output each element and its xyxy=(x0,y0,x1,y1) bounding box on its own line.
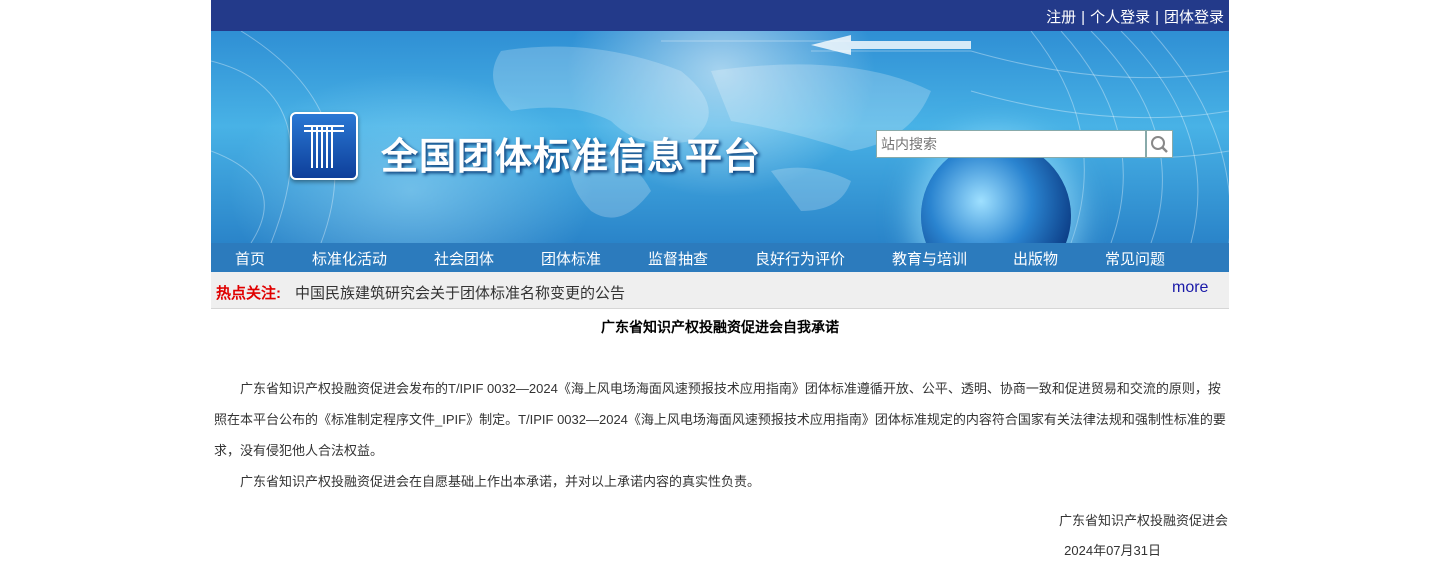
search-button[interactable] xyxy=(1146,130,1173,158)
search-input[interactable] xyxy=(876,130,1146,158)
account-links: 注册 | 个人登录 | 团体登录 xyxy=(1046,6,1224,27)
site-search xyxy=(876,130,1173,158)
nav-item-group-standards[interactable]: 团体标准 xyxy=(541,248,601,269)
personal-login-link[interactable]: 个人登录 xyxy=(1090,9,1150,26)
article-paragraph-2: 广东省知识产权投融资促进会在自愿基础上作出本承诺，并对以上承诺内容的真实性负责。 xyxy=(240,474,761,489)
page-container: 注册 | 个人登录 | 团体登录 全国团体标准信息平台 站内搜索 首页 标准化活… xyxy=(211,0,1229,564)
hot-topics-bar: 热点关注: 中国民族建筑研究会关于团体标准名称变更的公告 more xyxy=(211,272,1229,309)
main-nav: 首页 标准化活动 社会团体 团体标准 监督抽查 良好行为评价 教育与培训 出版物… xyxy=(211,243,1229,272)
top-bar: 注册 | 个人登录 | 团体登录 xyxy=(211,0,1229,31)
nav-item-social-groups[interactable]: 社会团体 xyxy=(434,248,494,269)
nav-item-faq[interactable]: 常见问题 xyxy=(1105,248,1165,269)
nav-item-education-training[interactable]: 教育与培训 xyxy=(892,248,967,269)
link-separator: | xyxy=(1081,9,1086,26)
nav-item-good-behavior-evaluation[interactable]: 良好行为评价 xyxy=(755,248,845,269)
register-link[interactable]: 注册 xyxy=(1046,9,1076,26)
hot-topic-link[interactable]: 中国民族建筑研究会关于团体标准名称变更的公告 xyxy=(295,282,625,303)
article-title: 广东省知识产权投融资促进会自我承诺 xyxy=(601,319,839,335)
nav-item-standardization-activities[interactable]: 标准化活动 xyxy=(312,248,387,269)
article-date: 2024年07月31日 xyxy=(1064,543,1161,558)
hot-topics-label: 热点关注: xyxy=(216,285,281,302)
more-link[interactable]: more xyxy=(1172,279,1208,297)
article-paragraph-1: 广东省知识产权投融资促进会发布的T/IPIF 0032—2024《海上风电场海面… xyxy=(214,381,1226,458)
article-signature: 广东省知识产权投融资促进会 xyxy=(1058,513,1228,528)
nav-item-home[interactable]: 首页 xyxy=(235,248,265,269)
nav-item-supervision-inspection[interactable]: 监督抽查 xyxy=(648,248,708,269)
logo-mark-icon xyxy=(304,125,344,168)
link-separator: | xyxy=(1155,9,1159,26)
site-banner: 全国团体标准信息平台 xyxy=(211,31,1229,243)
group-login-link[interactable]: 团体登录 xyxy=(1164,9,1224,26)
site-logo[interactable] xyxy=(290,112,358,180)
search-icon xyxy=(1151,136,1168,153)
site-title: 全国团体标准信息平台 xyxy=(381,135,761,178)
nav-item-publications[interactable]: 出版物 xyxy=(1013,248,1058,269)
